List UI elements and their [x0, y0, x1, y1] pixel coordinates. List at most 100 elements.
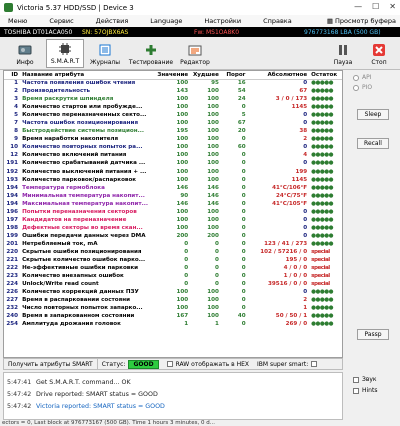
menu-item-menu[interactable]: Меню	[8, 17, 27, 25]
cell-value: 0	[184, 281, 189, 288]
recall-button[interactable]: Recall	[357, 138, 389, 149]
cell-raw: 1145	[291, 176, 308, 183]
col-name[interactable]: Название атрибута	[20, 71, 154, 80]
cell-threshold: 0	[241, 184, 246, 191]
chip-icon	[58, 42, 72, 56]
cell-id: 5	[14, 112, 19, 119]
col-raw[interactable]: Абсолютное	[247, 71, 310, 80]
maximize-icon[interactable]: ☐	[372, 2, 379, 11]
cell-worst: 0	[215, 240, 219, 247]
ibm-super-smart[interactable]: IBM super smart:	[253, 359, 324, 369]
cell-threshold: 0	[241, 249, 246, 255]
cell-name: Не-эффективные ошибки парковки	[22, 265, 139, 272]
col-id[interactable]: ID	[4, 71, 21, 80]
table-row[interactable]: 2 Производительность 143 100 54 67 ●●●●●	[4, 87, 342, 95]
right-panel: API PIO Sleep Recall Passp	[347, 70, 400, 370]
tab-info[interactable]: Инфо	[6, 39, 44, 68]
log-time: 5:47:41	[7, 378, 32, 386]
table-row[interactable]: 199 Ошибки передачи данных через DMA 200 20…	[4, 232, 342, 240]
menu-item-actions[interactable]: Действия	[96, 17, 129, 25]
tab-smart[interactable]: S.M.A.R.T	[46, 39, 84, 68]
cell-worst: 100	[207, 136, 219, 143]
close-icon[interactable]: ✕	[389, 2, 396, 11]
table-row[interactable]: 1 Частота появления ошибок чтения 100 95 16 0…	[4, 79, 342, 87]
table-row[interactable]: 232 Число повторных попыток запарко... 100…	[4, 304, 342, 312]
cell-worst: 100	[207, 313, 219, 320]
tab-logs[interactable]: Журналы	[86, 39, 124, 68]
table-row[interactable]: 220 Скрытые ошибки позиционирования 0 0 0 102…	[4, 248, 342, 256]
cell-worst: 100	[207, 297, 219, 304]
table-row[interactable]: 198 Дефектные секторы во время скан... 100…	[4, 224, 342, 232]
menu-item-view-buffer[interactable]: Просмотр буфера	[335, 17, 396, 25]
pause-button[interactable]: Пауза	[324, 39, 362, 68]
cell-worst: 0	[215, 257, 219, 264]
table-row[interactable]: 3 Время раскрутки шпинделя 100 100 24 3 / 0 /…	[4, 95, 342, 103]
table-row[interactable]: 12 Количество включений питания 100 100 0 4 ●●…	[4, 151, 342, 159]
hints-checkbox[interactable]: Hints	[353, 387, 394, 394]
cell-raw: 199	[295, 168, 308, 175]
table-row[interactable]: 223 Количество внезапных ошибок 0 0 0 1 / 0 /…	[4, 272, 342, 280]
cell-threshold: 67	[237, 120, 246, 127]
menu-item-help[interactable]: Справка	[263, 17, 292, 25]
cell-health: special	[311, 257, 330, 264]
col-worst[interactable]: Худшее	[190, 71, 221, 80]
table-row[interactable]: 227 Время в распарковании состояни 100 100 0…	[4, 296, 342, 304]
sound-checkbox[interactable]: Звук	[353, 376, 394, 383]
cell-threshold: 0	[241, 273, 246, 280]
table-row[interactable]: 197 Кандидатов на переназначение 100 100 0 0 ●…	[4, 216, 342, 224]
cell-id: 223	[6, 273, 19, 280]
table-row[interactable]: 8 Быстродействие системы позицион... 195 10…	[4, 127, 342, 135]
table-row[interactable]: 201 Нетребляемый ток, mA 0 0 0 123 / 41 / 273…	[4, 240, 342, 248]
cell-id: 232	[6, 305, 19, 312]
cell-name: Время раскрутки шпинделя	[22, 96, 114, 103]
api-radio[interactable]: API	[353, 74, 394, 81]
raw-hex-checkbox[interactable]: RAW отображать в HEX	[163, 359, 253, 369]
table-row[interactable]: 191 Количество срабатываний датчика ... 10…	[4, 159, 342, 167]
table-row[interactable]: 222 Не-эффективные ошибки парковки 0 0 0 4 / …	[4, 264, 342, 272]
drive-model: TOSHIBA DT01ACA050	[0, 27, 78, 37]
cell-id: 191	[6, 160, 19, 167]
stop-button[interactable]: Стоп	[360, 39, 398, 68]
table-row[interactable]: 5 Количество переназначенных секто... 100 1…	[4, 111, 342, 119]
menu-item-settings[interactable]: Настройки	[204, 17, 241, 25]
cell-raw: 0	[303, 224, 308, 231]
cell-name: Время наработки накопителя	[22, 136, 119, 143]
table-row[interactable]: 194 Минимальная температура накопит... 90 1…	[4, 192, 342, 200]
tab-testing[interactable]: Тестирование	[128, 39, 174, 68]
menu-item-service[interactable]: Сервис	[49, 17, 73, 25]
pio-radio[interactable]: PIO	[353, 84, 394, 91]
table-row[interactable]: 226 Количество коррекций данных ПЗУ 100 100…	[4, 288, 342, 296]
cell-worst: 100	[207, 144, 219, 151]
cell-threshold: 60	[237, 144, 246, 151]
table-row[interactable]: 194 Температура гермоблока 146 146 0 41°C/106…	[4, 184, 342, 192]
sleep-button[interactable]: Sleep	[357, 109, 389, 120]
stop-label: Стоп	[371, 59, 387, 66]
table-row[interactable]: 221 Скрытые количество ошибок парко... 0 0 0…	[4, 256, 342, 264]
table-row[interactable]: 4 Количество стартов или пробужде... 100 10…	[4, 103, 342, 111]
cell-worst: 100	[207, 168, 219, 175]
cell-name: Ошибки передачи данных через DMA	[22, 232, 146, 239]
table-row[interactable]: 192 Количество выключений питания + ... 10…	[4, 168, 342, 176]
cell-value: 100	[176, 305, 189, 312]
cell-worst: 100	[207, 88, 219, 95]
minimize-icon[interactable]: —	[354, 2, 362, 11]
table-row[interactable]: 196 Попытки переназначения секторов 100 100…	[4, 208, 342, 216]
cell-name: Частота появления ошибок чтения	[22, 80, 136, 87]
col-threshold[interactable]: Порог	[220, 71, 248, 80]
get-smart-button[interactable]: Получить атрибуты SMART	[4, 359, 98, 369]
table-row[interactable]: 193 Количество парковок/распарковок 100 100…	[4, 176, 342, 184]
table-row[interactable]: 254 Амплитуда дрожания головок 1 1 0 269 / 0 ●…	[4, 320, 342, 328]
passp-button[interactable]: Passp	[357, 329, 389, 340]
tab-editor[interactable]: Редактор	[176, 39, 214, 68]
table-row[interactable]: 10 Количество повторных попыток ра... 100 1…	[4, 143, 342, 151]
table-row[interactable]: 194 Максимальная температура накопит... 14…	[4, 200, 342, 208]
menu-item-language[interactable]: Language	[150, 17, 182, 25]
table-row[interactable]: 7 Частота ошибок позиционирования 100 100 67…	[4, 119, 342, 127]
col-health[interactable]: Остаток	[309, 71, 342, 80]
col-value[interactable]: Значение	[153, 71, 191, 80]
table-row[interactable]: 240 Время в запаркованном состоянии 167 100…	[4, 312, 342, 320]
cell-value: 146	[176, 184, 189, 191]
table-row[interactable]: 9 Время наработки накопителя 100 100 0 2 ●●●●●	[4, 135, 342, 143]
cell-name: Количество парковок/распарковок	[22, 176, 137, 183]
table-row[interactable]: 224 Unlock/Write read count 0 0 0 39516 / 0 /…	[4, 280, 342, 288]
